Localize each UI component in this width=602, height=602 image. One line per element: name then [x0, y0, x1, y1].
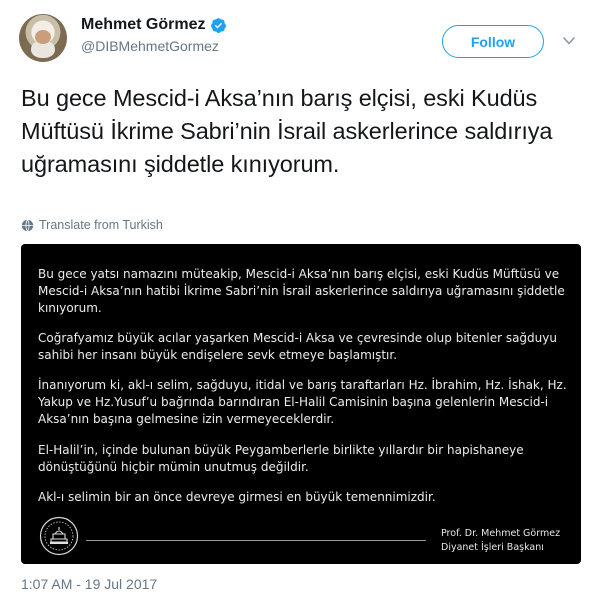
verified-badge-icon — [211, 17, 227, 33]
statement-paragraph: İnanıyorum ki, akl-ı selim, sağduyu, iti… — [38, 378, 567, 426]
author-name-row[interactable]: Mehmet Görmez — [81, 16, 227, 34]
signer-title: Diyanet İşleri Başkanı — [441, 542, 544, 553]
translate-link[interactable]: Translate from Turkish — [21, 218, 163, 232]
signer-name: Prof. Dr. Mehmet Görmez — [441, 528, 561, 539]
statement-paragraph: Akl-ı selimin bir an önce devreye girmes… — [38, 490, 436, 504]
globe-icon — [21, 219, 34, 231]
signature-line — [86, 540, 426, 541]
author-handle[interactable]: @DIBMehmetGormez — [81, 38, 219, 54]
diyanet-seal-icon — [39, 516, 79, 556]
statement-paragraph: Coğrafyamız büyük acılar yaşarken Mescid… — [38, 331, 557, 362]
tweet-text: Bu gece Mescid-i Aksa’nın barış elçisi, … — [21, 85, 553, 177]
avatar-face — [35, 30, 51, 44]
follow-button[interactable]: Follow — [442, 25, 544, 58]
statement-paragraph: Bu gece yatsı namazını müteakip, Mescid-… — [38, 267, 565, 315]
avatar[interactable] — [19, 14, 67, 62]
signer-block: Prof. Dr. Mehmet Görmez Diyanet İşleri B… — [441, 527, 560, 555]
chevron-down-icon[interactable] — [563, 36, 575, 46]
translate-label[interactable]: Translate from Turkish — [39, 218, 163, 232]
tweet-media-image[interactable]: Bu gece yatsı namazını müteakip, Mescid-… — [21, 244, 581, 564]
tweet-timestamp[interactable]: 1:07 AM - 19 Jul 2017 — [21, 576, 157, 592]
statement-paragraph: El-Halil’in, içinde bulunan büyük Peygam… — [38, 443, 524, 474]
display-name[interactable]: Mehmet Görmez — [81, 16, 205, 34]
